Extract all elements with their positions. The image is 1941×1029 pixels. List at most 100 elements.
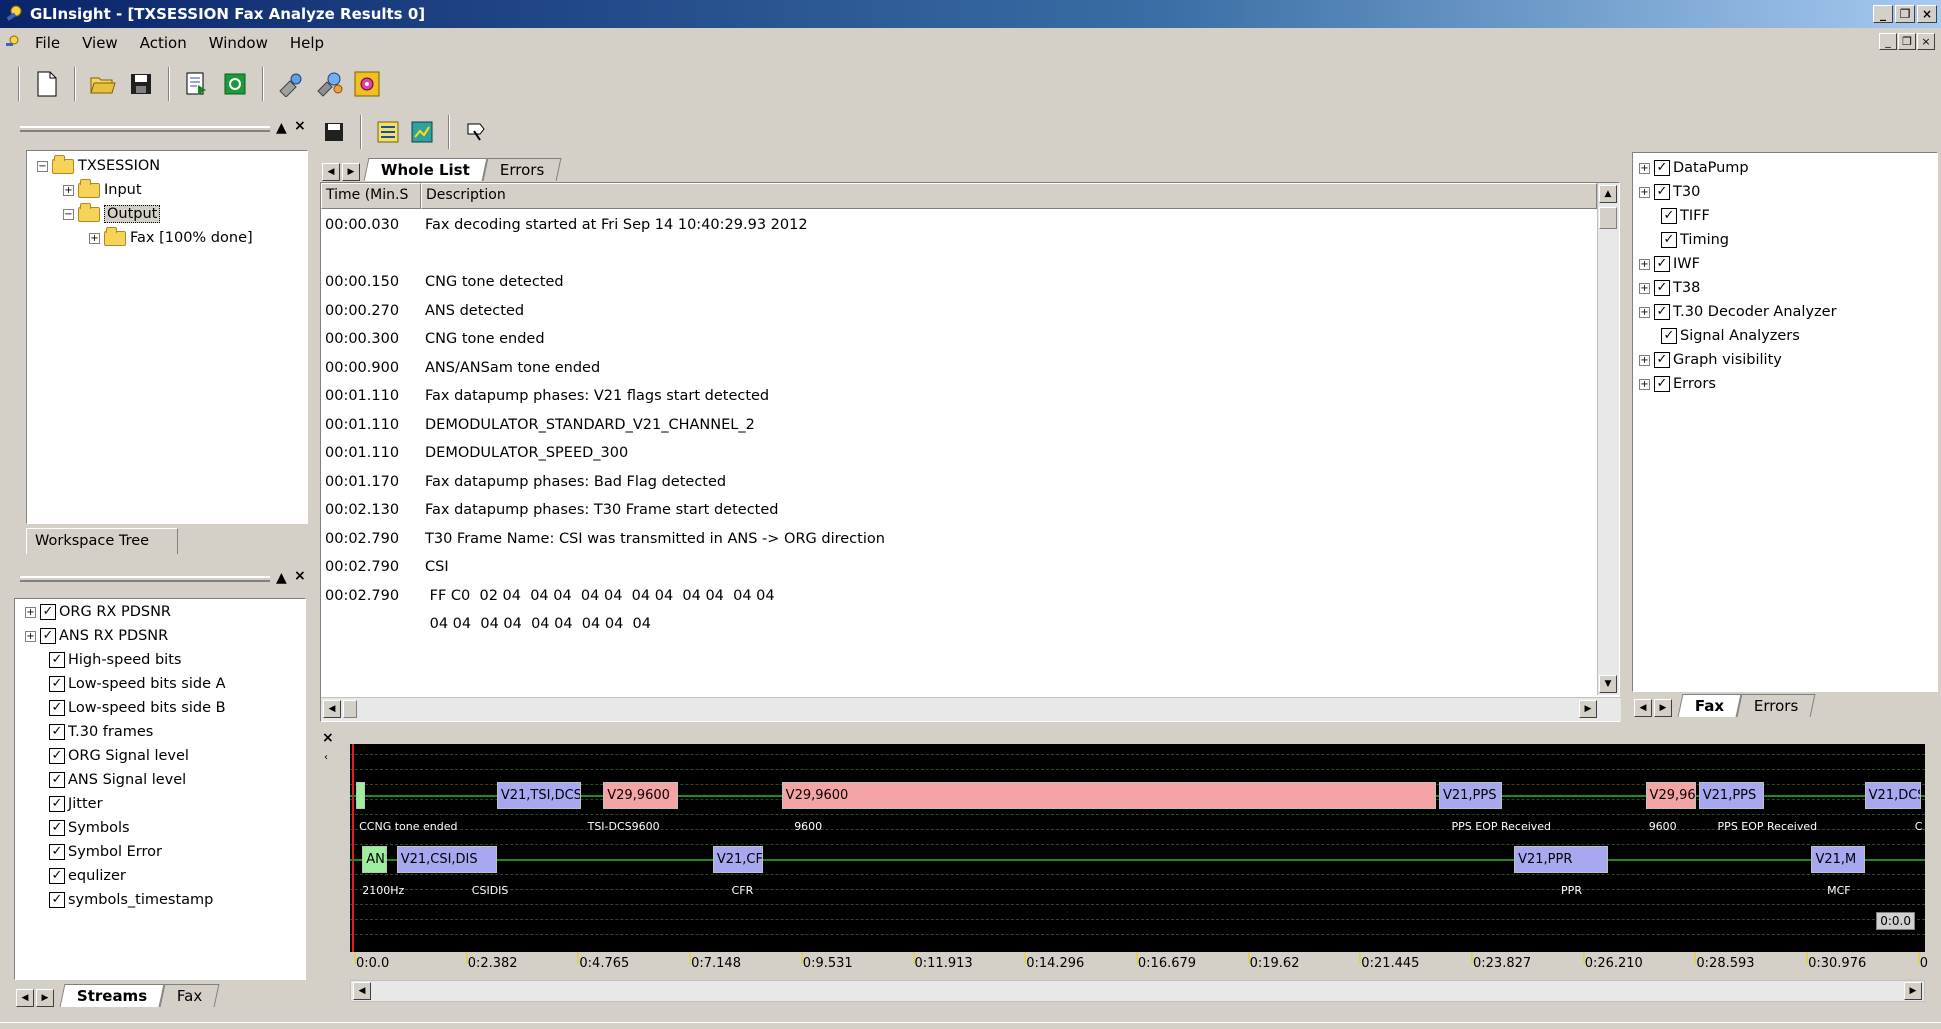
signal-segment[interactable]: V29,9600 xyxy=(781,782,1436,809)
save-results-icon[interactable] xyxy=(320,115,348,149)
table-row[interactable]: 00:00.300 CNG tone ended xyxy=(321,331,1591,353)
tab-scroll-left-icon[interactable]: ◀ xyxy=(322,163,340,181)
stream-item[interactable]: ✓ T.30 frames xyxy=(49,721,153,743)
restore-button[interactable]: ❐ xyxy=(1895,5,1915,23)
checkbox[interactable]: ✓ xyxy=(1654,280,1670,296)
record-icon[interactable] xyxy=(218,67,252,101)
checkbox[interactable]: ✓ xyxy=(49,868,65,884)
table-row[interactable]: 00:01.170 Fax datapump phases: Bad Flag d… xyxy=(321,474,1591,496)
scroll-right-icon[interactable]: ▶ xyxy=(1579,700,1597,718)
stream-item[interactable]: ✓ ORG Signal level xyxy=(49,745,189,767)
expand-icon[interactable]: + xyxy=(1639,258,1650,270)
expand-icon[interactable]: + xyxy=(1639,354,1650,366)
checkbox[interactable]: ✓ xyxy=(1654,376,1670,392)
signal-segment[interactable]: V21,PPS xyxy=(1438,782,1502,809)
cursor-line[interactable] xyxy=(352,744,354,952)
signal-segment[interactable]: V21,TSI,DCS xyxy=(496,782,582,809)
stream-item[interactable]: ✓ Symbol Error xyxy=(49,841,162,863)
checkbox[interactable]: ✓ xyxy=(40,628,56,644)
table-row[interactable] xyxy=(321,246,1591,268)
expand-icon[interactable]: + xyxy=(1639,378,1650,390)
checkbox[interactable]: ✓ xyxy=(49,652,65,668)
tab-scroll-left-icon[interactable]: ◀ xyxy=(16,989,34,1007)
filter-item[interactable]: ✓ Timing xyxy=(1661,229,1729,251)
list-view-icon[interactable] xyxy=(374,115,402,149)
expand-icon[interactable]: + xyxy=(89,232,100,244)
open-folder-icon[interactable] xyxy=(86,67,120,101)
collapse-icon[interactable]: − xyxy=(37,160,48,172)
mdi-restore-button[interactable]: ❐ xyxy=(1898,33,1916,50)
tab-errors[interactable]: Errors xyxy=(482,158,562,181)
scroll-right-icon[interactable]: ▶ xyxy=(1904,982,1922,1000)
signal-segment[interactable]: V21,M xyxy=(1811,846,1865,873)
filter-item[interactable]: ✓ TIFF xyxy=(1661,205,1710,227)
signal-segment[interactable] xyxy=(356,782,366,809)
tab-scroll-right-icon[interactable]: ▶ xyxy=(342,163,360,181)
signal-segment[interactable]: V21,CF xyxy=(712,846,763,873)
panel-close-icon[interactable]: × xyxy=(294,568,306,584)
graph-hscrollbar[interactable]: ◀ ▶ xyxy=(350,980,1925,1002)
filter-item[interactable]: + ✓ Errors xyxy=(1639,373,1716,395)
table-row[interactable]: 00:00.150 CNG tone detected xyxy=(321,274,1591,296)
checkbox[interactable]: ✓ xyxy=(49,844,65,860)
checkbox[interactable]: ✓ xyxy=(40,604,56,620)
menu-help[interactable]: Help xyxy=(279,34,335,52)
signal-graph[interactable]: V21,TSI,DCS V29,9600 V29,9600 V21,PPS V29,96… xyxy=(350,744,1925,952)
graph-view-icon[interactable] xyxy=(408,115,436,149)
table-row[interactable]: 00:02.790 T30 Frame Name: CSI was transmi… xyxy=(321,531,1591,553)
panel-close-icon[interactable]: × xyxy=(294,118,306,134)
panel-pin-icon[interactable]: ▲ xyxy=(276,570,287,586)
checkbox[interactable]: ✓ xyxy=(49,724,65,740)
stream-item[interactable]: ✓ ANS Signal level xyxy=(49,769,186,791)
panel-pin-icon[interactable]: ▲ xyxy=(276,120,287,136)
filter-item[interactable]: + ✓ T30 xyxy=(1639,181,1700,203)
scroll-up-icon[interactable]: ▲ xyxy=(1599,185,1617,203)
column-header-description[interactable]: Description xyxy=(421,183,1597,209)
filter-item[interactable]: + ✓ T.30 Decoder Analyzer xyxy=(1639,301,1837,323)
signal-segment[interactable]: ANS xyxy=(362,846,388,873)
filter-item[interactable]: + ✓ T38 xyxy=(1639,277,1700,299)
stream-item[interactable]: ✓ High-speed bits xyxy=(49,649,181,671)
expand-icon[interactable]: + xyxy=(1639,282,1650,294)
scroll-down-icon[interactable]: ▼ xyxy=(1599,675,1617,693)
filter-item[interactable]: + ✓ DataPump xyxy=(1639,157,1749,179)
table-row[interactable]: 00:00.030 Fax decoding started at Fri Sep… xyxy=(321,217,1591,239)
table-row[interactable]: 00:02.130 Fax datapump phases: T30 Frame … xyxy=(321,502,1591,524)
stream-item[interactable]: ✓ Low-speed bits side A xyxy=(49,673,226,695)
checkbox[interactable]: ✓ xyxy=(1654,256,1670,272)
signal-segment[interactable]: V21,CSI,DIS xyxy=(396,846,497,873)
analyze-icon[interactable] xyxy=(312,67,346,101)
stream-item[interactable]: ✓ Low-speed bits side B xyxy=(49,697,226,719)
column-header-time[interactable]: Time (Min.S xyxy=(321,183,421,209)
app-menu-icon[interactable] xyxy=(4,34,20,50)
expand-icon[interactable]: + xyxy=(63,184,74,196)
expand-icon[interactable]: + xyxy=(25,630,36,642)
tree-node-input[interactable]: + Input xyxy=(63,178,142,201)
tab-scroll-left-icon[interactable]: ◀ xyxy=(1634,699,1652,717)
horizontal-scrollbar[interactable]: ◀ ▶ xyxy=(321,697,1621,721)
table-row[interactable]: 00:01.110 DEMODULATOR_SPEED_300 xyxy=(321,445,1591,467)
stream-item[interactable]: ✓ Symbols xyxy=(49,817,130,839)
stream-item[interactable]: + ✓ ORG RX PDSNR xyxy=(25,601,171,623)
signal-segment[interactable]: V21,DCS xyxy=(1864,782,1921,809)
filter-item[interactable]: + ✓ IWF xyxy=(1639,253,1700,275)
checkbox[interactable]: ✓ xyxy=(1661,328,1677,344)
table-row[interactable]: 04 04 04 04 04 04 04 04 04 xyxy=(321,616,1591,638)
signal-segment[interactable]: V21,PPS xyxy=(1698,782,1765,809)
menu-file[interactable]: File xyxy=(24,34,71,52)
settings-icon[interactable] xyxy=(350,67,384,101)
close-button[interactable]: × xyxy=(1917,5,1937,23)
tab-workspace-tree[interactable]: Workspace Tree xyxy=(26,528,178,554)
panel-grip[interactable] xyxy=(20,576,270,582)
expand-icon[interactable]: + xyxy=(25,606,36,618)
stream-item[interactable]: ✓ symbols_timestamp xyxy=(49,889,213,911)
save-icon[interactable] xyxy=(124,67,158,101)
checkbox[interactable]: ✓ xyxy=(49,748,65,764)
checkbox[interactable]: ✓ xyxy=(49,700,65,716)
checkbox[interactable]: ✓ xyxy=(49,676,65,692)
menu-view[interactable]: View xyxy=(71,34,129,52)
table-row[interactable]: 00:00.900 ANS/ANSam tone ended xyxy=(321,360,1591,382)
table-row[interactable]: 00:01.110 Fax datapump phases: V21 flags … xyxy=(321,388,1591,410)
filter-item[interactable]: + ✓ Graph visibility xyxy=(1639,349,1782,371)
checkbox[interactable]: ✓ xyxy=(1654,304,1670,320)
